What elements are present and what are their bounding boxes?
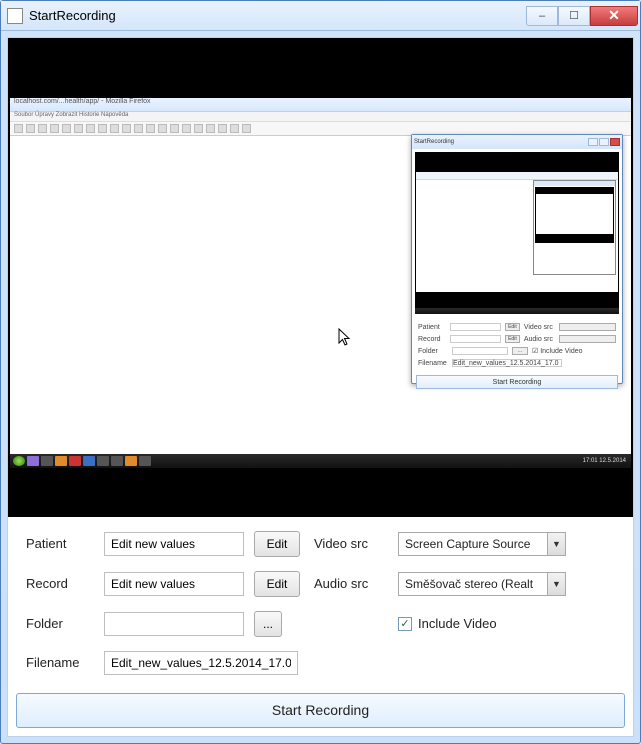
nested-window: StartRecording PatientEditVideo src — [411, 134, 623, 384]
nested-max-icon — [599, 138, 609, 146]
filename-label: Filename — [26, 655, 94, 670]
client-area: localhost.com/...health/app/ - Mozilla F… — [7, 37, 634, 737]
audio-src-value: Směšovač stereo (Realt — [405, 577, 533, 591]
record-label: Record — [26, 576, 94, 591]
nested-preview — [415, 152, 619, 314]
app-window: StartRecording – ☐ ✕ localhost.com/...he… — [0, 0, 641, 744]
folder-input[interactable] — [104, 612, 244, 636]
nested-titlebar: StartRecording — [412, 135, 622, 149]
nested-start-button: Start Recording — [416, 375, 618, 389]
folder-browse-button[interactable]: ... — [254, 611, 282, 637]
titlebar[interactable]: StartRecording – ☐ ✕ — [1, 1, 640, 31]
filename-input[interactable] — [104, 651, 298, 675]
include-video-row: ✓ Include Video — [398, 616, 568, 631]
nested-form: PatientEditVideo src RecordEditAudio src… — [412, 317, 622, 373]
include-video-checkbox[interactable]: ✓ — [398, 617, 412, 631]
video-src-value: Screen Capture Source — [405, 537, 530, 551]
start-recording-button[interactable]: Start Recording — [16, 693, 625, 728]
audio-src-select[interactable]: Směšovač stereo (Realt ▼ — [398, 572, 566, 596]
preview-inner-titlebar: localhost.com/...health/app/ - Mozilla F… — [10, 98, 631, 112]
video-src-label: Video src — [314, 536, 388, 551]
video-src-select[interactable]: Screen Capture Source ▼ — [398, 532, 566, 556]
form-area: Patient Edit Video src Screen Capture So… — [8, 517, 633, 683]
patient-input[interactable] — [104, 532, 244, 556]
include-video-label: Include Video — [418, 616, 497, 631]
preview-clock: 17:01 12.5.2014 — [583, 458, 628, 464]
maximize-button[interactable]: ☐ — [558, 6, 590, 26]
nested-title-text: StartRecording — [414, 139, 587, 145]
window-controls: – ☐ ✕ — [526, 6, 638, 26]
app-icon — [7, 8, 23, 24]
chevron-down-icon: ▼ — [547, 533, 565, 555]
video-preview: localhost.com/...health/app/ - Mozilla F… — [8, 38, 633, 517]
folder-label: Folder — [26, 616, 94, 631]
chevron-down-icon: ▼ — [547, 573, 565, 595]
nested-min-icon — [588, 138, 598, 146]
nested-close-icon — [610, 138, 620, 146]
edit-patient-button[interactable]: Edit — [254, 531, 300, 557]
window-title: StartRecording — [29, 8, 526, 23]
minimize-button[interactable]: – — [526, 6, 558, 26]
close-button[interactable]: ✕ — [590, 6, 638, 26]
edit-record-button[interactable]: Edit — [254, 571, 300, 597]
patient-label: Patient — [26, 536, 94, 551]
record-input[interactable] — [104, 572, 244, 596]
cursor-icon — [338, 328, 352, 348]
audio-src-label: Audio src — [314, 576, 388, 591]
start-orb-icon — [13, 456, 25, 466]
preview-taskbar: 17:01 12.5.2014 — [10, 454, 631, 468]
preview-inner-menu: Soubor Úpravy Zobrazit Historie Nápověda — [10, 112, 631, 122]
